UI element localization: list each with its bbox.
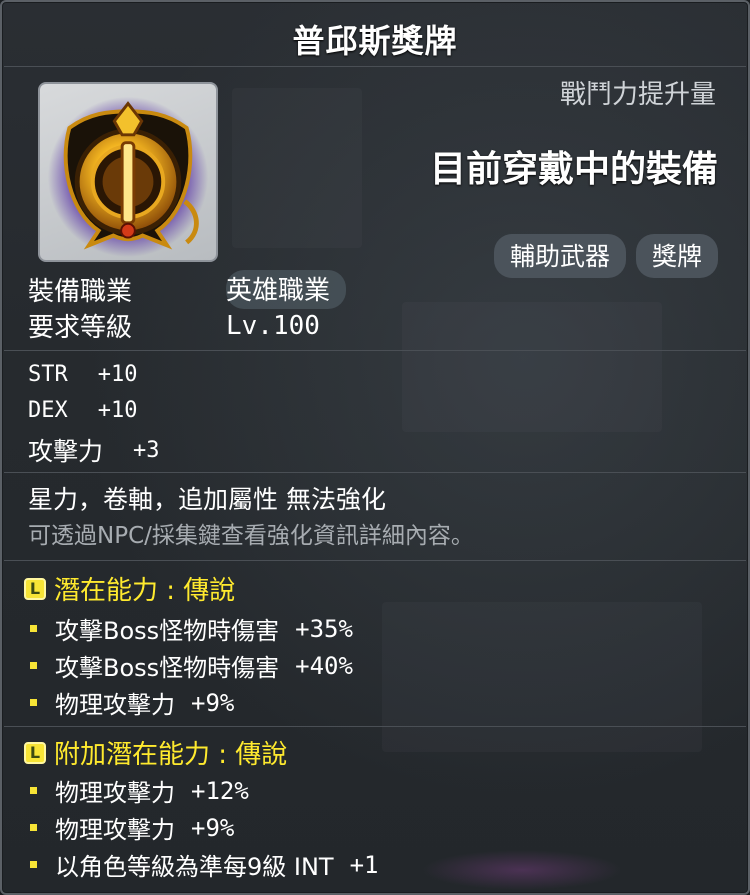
section-divider [4,350,746,351]
category-tags: 輔助武器 獎牌 [493,234,718,278]
no-enhance-note: 星力，卷軸，追加屬性 無法強化 [28,485,386,514]
additional-potential-line-name: 物理攻擊力 [55,816,175,844]
stat-row: STR +10 [28,362,138,387]
potential-line-name: 物理攻擊力 [55,691,175,719]
required-level-label: 要求等級 [28,313,133,343]
stat-row: 攻擊力 +3 [28,432,160,468]
additional-potential-line: 物理攻擊力 +9% [30,810,234,845]
required-job-label: 裝備職業 [28,277,133,307]
potential-header: L 潛在能力 : 傳說 [24,570,235,607]
item-icon-frame [38,82,218,262]
potential-line-value: +40% [295,651,353,680]
potential-line-value: +35% [295,614,353,643]
bullet-icon [30,787,37,794]
section-divider [4,472,746,473]
potential-line: 攻擊Boss怪物時傷害 +40% [30,648,353,683]
stat-value: +10 [97,362,138,387]
background-shape [382,602,702,752]
additional-potential-line-value: +9% [191,813,235,842]
potential-line-value: +9% [191,688,235,717]
stat-name: DEX [28,398,68,423]
bullet-icon [30,662,37,669]
additional-potential-line: 物理攻擊力 +12% [30,773,249,808]
required-job-value: 英雄職業 [226,270,347,309]
additional-potential-line-value: +1 [349,850,379,879]
power-increase-label: 戰鬥力提升量 [559,80,716,110]
potential-line: 物理攻擊力 +9% [30,685,234,720]
stat-name: STR [28,362,68,387]
required-level-row: 要求等級 Lv.100 [28,307,320,344]
additional-potential-line-name: 以角色等級為準每9級 INT [55,853,334,881]
legendary-grade-icon: L [24,577,46,600]
required-job-row: 裝備職業 英雄職業 [28,270,347,309]
additional-potential-line-name: 物理攻擊力 [55,779,175,807]
background-shape [402,302,662,432]
stat-name: 攻擊力 [28,437,104,466]
bullet-icon [30,699,37,706]
tag-secondary-weapon: 輔助武器 [493,234,626,278]
additional-potential-title: 附加潛在能力 : 傳說 [54,740,288,770]
tag-medal: 獎牌 [635,234,718,278]
potential-title: 潛在能力 : 傳說 [54,576,236,606]
bullet-icon [30,824,37,831]
equipped-status: 目前穿戴中的裝備 [429,149,718,190]
medal-icon [47,96,209,258]
stat-value: +10 [97,398,138,423]
legendary-grade-icon: L [24,741,46,764]
npc-hint-note: 可透過NPC/採集鍵查看強化資訊詳細內容。 [28,523,474,549]
title-divider [4,66,746,67]
background-glow [422,850,622,890]
item-title: 普邱斯獎牌 [292,22,458,60]
required-level-value: Lv.100 [226,310,320,341]
background-shape [232,88,362,248]
section-divider [4,726,746,727]
item-tooltip: 普邱斯獎牌 戰鬥力提升量 目前穿戴中的裝備 輔助武器 獎牌 裝備職業 英雄職業 … [0,0,750,895]
additional-potential-line: 以角色等級為準每9級 INT +1 [30,847,379,882]
potential-line-name: 攻擊Boss怪物時傷害 [55,654,280,682]
stat-value: +3 [133,437,160,463]
bullet-icon [30,861,37,868]
additional-potential-line-value: +12% [191,776,249,805]
stat-row: DEX +10 [28,398,138,423]
additional-potential-header: L 附加潛在能力 : 傳說 [24,734,287,771]
bullet-icon [30,625,37,632]
potential-line: 攻擊Boss怪物時傷害 +35% [30,611,353,646]
section-divider [4,560,746,561]
potential-line-name: 攻擊Boss怪物時傷害 [55,617,280,645]
